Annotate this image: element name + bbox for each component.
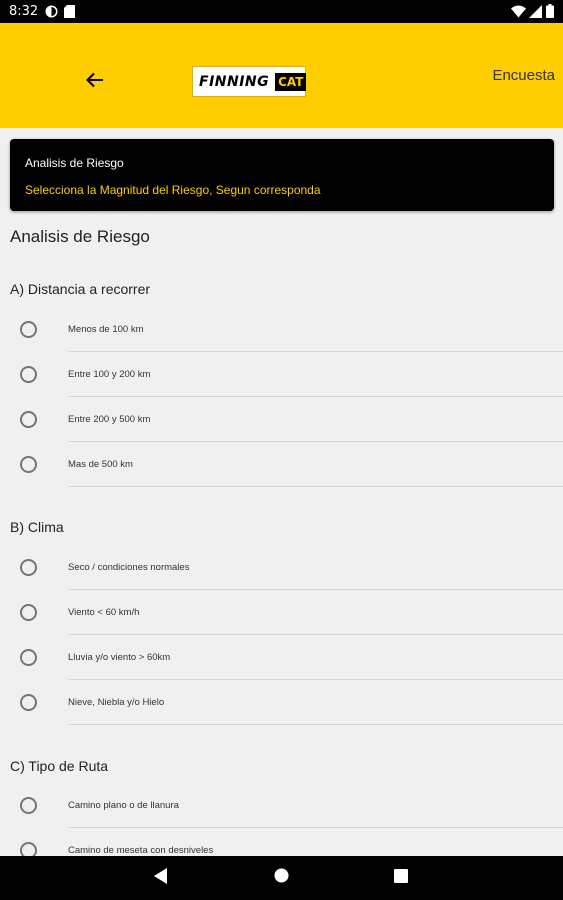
radio-button-icon[interactable] bbox=[20, 366, 37, 383]
banner-subtitle: Selecciona la Magnitud del Riesgo, Segun… bbox=[25, 183, 321, 197]
app-bar: FINNING CAT Encuesta bbox=[0, 23, 563, 128]
cellular-icon bbox=[529, 5, 542, 23]
battery-icon bbox=[546, 4, 554, 23]
radio-option[interactable]: Lluvia y/o viento > 60km bbox=[0, 635, 563, 680]
radio-button-icon[interactable] bbox=[20, 559, 37, 576]
page-title: Analisis de Riesgo bbox=[10, 227, 150, 246]
option-label: Lluvia y/o viento > 60km bbox=[68, 652, 171, 663]
divider bbox=[68, 486, 563, 487]
finning-cat-logo: FINNING CAT bbox=[192, 66, 307, 97]
section-title-tipo-ruta: C) Tipo de Ruta bbox=[10, 758, 109, 774]
option-label: Entre 200 y 500 km bbox=[68, 414, 151, 425]
section-title-clima: B) Clima bbox=[10, 519, 64, 535]
arrow-left-icon bbox=[86, 72, 104, 93]
logo-cat-mark: CAT bbox=[275, 72, 307, 91]
radio-option[interactable]: Entre 200 y 500 km bbox=[0, 397, 563, 442]
nav-home-button[interactable] bbox=[270, 867, 292, 889]
home-circle-icon bbox=[274, 868, 289, 888]
divider bbox=[68, 724, 563, 725]
back-triangle-icon bbox=[154, 867, 168, 889]
circle-status-icon bbox=[45, 5, 58, 23]
status-time: 8:32 bbox=[9, 4, 39, 19]
logo-word: FINNING bbox=[199, 73, 270, 90]
recents-square-icon bbox=[394, 868, 408, 888]
banner-title: Analisis de Riesgo bbox=[25, 156, 124, 170]
radio-button-icon[interactable] bbox=[20, 456, 37, 473]
navigation-bar bbox=[0, 856, 563, 900]
sd-card-icon bbox=[64, 5, 75, 23]
radio-button-icon[interactable] bbox=[20, 842, 37, 856]
radio-button-icon[interactable] bbox=[20, 321, 37, 338]
radio-button-icon[interactable] bbox=[20, 604, 37, 621]
option-label: Entre 100 y 200 km bbox=[68, 369, 151, 380]
radio-option[interactable]: Menos de 100 km bbox=[0, 307, 563, 352]
option-label: Camino plano o de llanura bbox=[68, 800, 179, 811]
wifi-icon bbox=[511, 5, 526, 23]
nav-recents-button[interactable] bbox=[390, 867, 412, 889]
radio-button-icon[interactable] bbox=[20, 797, 37, 814]
radio-option[interactable]: Entre 100 y 200 km bbox=[0, 352, 563, 397]
option-label: Mas de 500 km bbox=[68, 459, 133, 470]
option-label: Menos de 100 km bbox=[68, 324, 144, 335]
radio-option[interactable]: Viento < 60 km/h bbox=[0, 590, 563, 635]
radio-option[interactable]: Seco / condiciones normales bbox=[0, 545, 563, 590]
info-banner: Analisis de Riesgo Selecciona la Magnitu… bbox=[10, 139, 554, 211]
radio-button-icon[interactable] bbox=[20, 649, 37, 666]
option-label: Viento < 60 km/h bbox=[68, 607, 140, 618]
radio-option[interactable]: Mas de 500 km bbox=[0, 442, 563, 487]
status-bar: 8:32 bbox=[0, 0, 563, 23]
radio-option[interactable]: Camino de meseta con desniveles bbox=[0, 828, 563, 856]
option-label: Seco / condiciones normales bbox=[68, 562, 190, 573]
radio-option[interactable]: Camino plano o de llanura bbox=[0, 783, 563, 828]
option-label: Camino de meseta con desniveles bbox=[68, 845, 214, 856]
back-button[interactable] bbox=[80, 67, 110, 97]
radio-button-icon[interactable] bbox=[20, 411, 37, 428]
survey-content[interactable]: Analisis de Riesgo A) Distancia a recorr… bbox=[0, 211, 563, 856]
app-bar-title: Encuesta bbox=[492, 67, 555, 84]
radio-button-icon[interactable] bbox=[20, 694, 37, 711]
radio-option[interactable]: Nieve, Niebla y/o Hielo bbox=[0, 680, 563, 725]
nav-back-button[interactable] bbox=[150, 867, 172, 889]
section-title-distancia: A) Distancia a recorrer bbox=[10, 281, 151, 297]
option-label: Nieve, Niebla y/o Hielo bbox=[68, 697, 165, 708]
